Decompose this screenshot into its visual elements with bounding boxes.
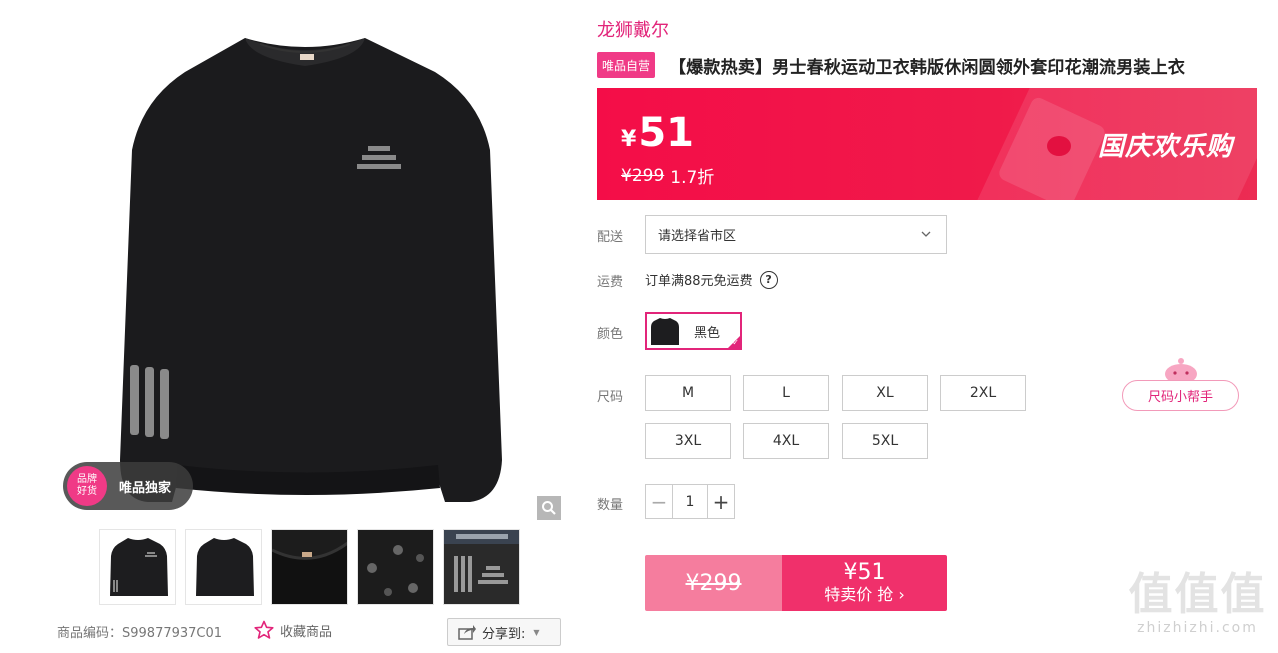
star-icon [254,620,274,639]
size-option-3xl[interactable]: 3XL [645,423,731,459]
current-price: ¥ 51 [621,110,694,156]
size-helper-button[interactable]: 尺码小帮手 [1122,380,1239,411]
site-watermark: 值值值 zhizhizhi.com [1125,569,1270,637]
size-option-xl[interactable]: XL [842,375,928,411]
share-icon [458,625,476,640]
shipping-text: 订单满88元免运费 [645,274,753,289]
buy-sale-area: ¥51 特卖价 抢 › [782,555,947,611]
delivery-region-select[interactable]: 请选择省市区 [645,215,947,254]
quantity-stepper: − 1 + [645,484,735,519]
banner-tag-hole [1047,136,1071,156]
size-label: 尺码 [597,390,624,405]
product-code: 商品编码：S99877937C01 [57,626,223,641]
color-swatch-thumbnail [651,318,679,345]
buy-original-price: ¥299 [645,555,782,611]
product-title: 【爆款热卖】男士春秋运动卫衣韩版休闲圆领外套印花潮流男装上衣 [669,57,1186,78]
quantity-decrease-button[interactable]: − [646,485,672,518]
size-option-4xl[interactable]: 4XL [743,423,829,459]
color-option-name: 黑色 [694,325,721,341]
magnifier-icon [542,501,556,515]
self-operated-badge: 唯品自营 [597,52,656,78]
exclusive-badge: 品牌 好货 唯品独家 [63,462,193,510]
thumbnail-back[interactable] [185,529,262,605]
main-product-image[interactable] [60,10,565,520]
buy-action-label: 特卖价 抢 › [824,585,905,604]
buy-sale-price: ¥51 [843,560,886,585]
shipping-label: 运费 [597,275,624,290]
currency-symbol: ¥ [621,127,637,152]
original-price-line: ¥299 1.7折 [621,163,715,189]
share-button[interactable]: 分享到: ▼ [447,618,561,646]
size-option-2xl[interactable]: 2XL [940,375,1026,411]
original-price: ¥299 [621,165,665,186]
share-label: 分享到: [482,626,526,642]
delivery-label: 配送 [597,230,624,245]
favorite-label: 收藏商品 [280,624,333,640]
campaign-label: 国庆欢乐购 [1097,132,1233,162]
brand-name[interactable]: 龙狮戴尔 [597,16,669,42]
discount-rate: 1.7折 [670,168,715,188]
checkmark-icon: ✓ [732,338,739,347]
size-option-5xl[interactable]: 5XL [842,423,928,459]
thumbnail-front[interactable] [99,529,176,605]
thumbnail-design-detail[interactable] [443,529,520,605]
quantity-input[interactable]: 1 [672,485,708,518]
current-price-value: 51 [638,110,694,156]
quantity-label: 数量 [597,498,624,513]
thumbnail-fabric[interactable] [357,529,434,605]
exclusive-label: 唯品独家 [119,480,172,496]
color-option-black[interactable]: 黑色 ✓ [645,312,742,350]
color-label: 颜色 [597,327,624,342]
thumbnail-collar[interactable] [271,529,348,605]
help-icon[interactable]: ? [759,270,778,289]
quantity-increase-button[interactable]: + [708,485,734,518]
thumbnail-strip [99,529,520,605]
size-option-m[interactable]: M [645,375,731,411]
price-banner: ¥ 51 ¥299 1.7折 国庆欢乐购 [597,88,1257,200]
watermark-url: zhizhizhi.com [1137,620,1258,636]
watermark-logo: 值值值 [1128,569,1267,620]
chevron-down-icon [921,231,931,237]
title-row: 唯品自营 【爆款热卖】男士春秋运动卫衣韩版休闲圆领外套印花潮流男装上衣 [597,52,1185,78]
zoom-button[interactable] [537,496,561,520]
brand-goods-badge: 品牌 好货 [67,466,107,506]
buy-now-button[interactable]: ¥299 ¥51 特卖价 抢 › [645,555,947,611]
delivery-placeholder: 请选择省市区 [658,229,737,244]
size-option-l[interactable]: L [743,375,829,411]
caret-down-icon: ▼ [533,627,540,637]
favorite-button[interactable]: 收藏商品 [254,620,332,640]
shipping-info: 订单满88元免运费 ? [645,270,778,289]
